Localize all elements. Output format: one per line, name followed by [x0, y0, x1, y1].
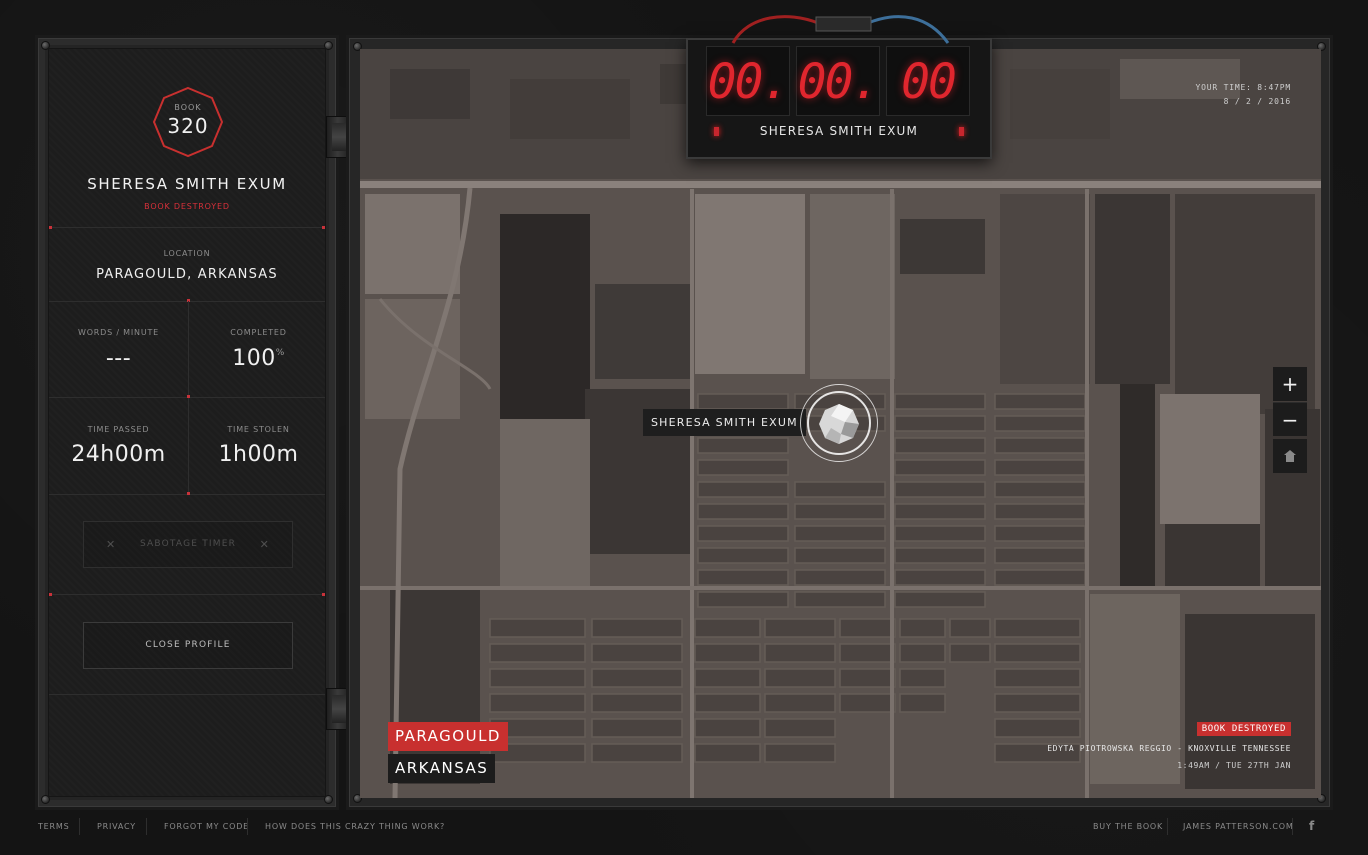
book-number: 320	[167, 114, 209, 138]
words-per-minute-label: WORDS / MINUTE	[77, 328, 160, 337]
gem-marker-icon[interactable]	[815, 400, 863, 448]
footer-separator	[1167, 818, 1168, 835]
timer-seconds: 00	[886, 46, 970, 116]
footer-separator	[1292, 818, 1293, 835]
notice-status-badge: BOOK DESTROYED	[1196, 722, 1291, 736]
sabotage-timer-button[interactable]: ✕ SABOTAGE TIMER ✕	[83, 521, 293, 568]
footer-how-it-works-link[interactable]: HOW DOES THIS CRAZY THING WORK?	[265, 822, 445, 831]
book-badge: BOOK 320	[152, 86, 224, 158]
current-date: 8 / 2 / 2016	[1223, 97, 1291, 106]
profile-name: SHERESA SMITH EXUM	[87, 175, 287, 193]
completed-unit: %	[275, 348, 285, 358]
map-time-readout: YOUR TIME: 8:47PM 8 / 2 / 2016	[1196, 81, 1291, 109]
city-tag: PARAGOULD	[388, 722, 508, 751]
countdown-timer: 00. 00. 00 SHERESA SMITH EXUM	[686, 15, 992, 159]
divider	[49, 694, 325, 695]
time-stolen-value: 1h00m	[218, 442, 299, 467]
divider	[49, 594, 325, 595]
footer-buy-book-link[interactable]: BUY THE BOOK	[1093, 822, 1163, 831]
divider-marker	[187, 492, 190, 495]
book-label: BOOK	[174, 103, 202, 112]
home-icon	[1284, 450, 1296, 462]
completed-label: COMPLETED	[230, 328, 287, 337]
notice-time: 1:49AM / TUE 27TH JAN	[1177, 761, 1291, 770]
divider-marker	[322, 226, 325, 229]
divider-marker	[49, 226, 52, 229]
zoom-out-button[interactable]: −	[1273, 402, 1307, 436]
footer-site-link[interactable]: JAMES PATTERSON.COM	[1183, 822, 1294, 831]
footer-separator	[79, 818, 80, 835]
marker-label: SHERESA SMITH EXUM	[643, 409, 806, 436]
time-passed-value: 24h00m	[71, 442, 166, 467]
timer-name: SHERESA SMITH EXUM	[759, 124, 919, 138]
timer-minutes: 00.	[796, 46, 880, 116]
location-value: PARAGOULD, ARKANSAS	[96, 267, 278, 282]
timer-hours: 00.	[706, 46, 790, 116]
location-label: LOCATION	[163, 249, 211, 258]
divider-marker	[187, 395, 190, 398]
footer-terms-link[interactable]: TERMS	[38, 822, 69, 831]
footer-forgot-code-link[interactable]: FORGOT MY CODE	[164, 822, 249, 831]
footer-separator	[247, 818, 248, 835]
your-time: YOUR TIME: 8:47PM	[1195, 83, 1291, 92]
completed-number: 100	[232, 346, 276, 371]
completed-value: 100%	[189, 346, 328, 371]
facebook-icon[interactable]: f	[1309, 819, 1314, 833]
footer-privacy-link[interactable]: PRIVACY	[97, 822, 136, 831]
close-x-icon: ✕	[106, 538, 117, 551]
close-x-icon: ✕	[259, 538, 270, 551]
home-button[interactable]	[1273, 439, 1307, 473]
divider-marker	[322, 593, 325, 596]
profile-panel: BOOK 320 SHERESA SMITH EXUM BOOK DESTROY…	[38, 38, 336, 807]
profile-panel-inner: BOOK 320 SHERESA SMITH EXUM BOOK DESTROY…	[48, 48, 326, 797]
divider-marker	[49, 593, 52, 596]
time-passed-label: TIME PASSED	[87, 425, 150, 434]
divider	[49, 227, 325, 228]
status-badge: BOOK DESTROYED	[144, 202, 230, 211]
words-per-minute-value: ---	[105, 346, 132, 371]
close-profile-button[interactable]: CLOSE PROFILE	[83, 622, 293, 669]
sabotage-timer-label: SABOTAGE TIMER	[139, 539, 237, 549]
notice-reader: EDYTA PIOTROWSKA REGGIO - KNOXVILLE TENN…	[1047, 744, 1291, 753]
state-tag: ARKANSAS	[388, 754, 496, 783]
footer-separator	[146, 818, 147, 835]
time-stolen-label: TIME STOLEN	[227, 425, 290, 434]
zoom-in-button[interactable]: +	[1273, 367, 1307, 401]
satellite-map[interactable]: YOUR TIME: 8:47PM 8 / 2 / 2016 + − SHERE…	[360, 49, 1321, 798]
wires-icon	[731, 15, 950, 44]
